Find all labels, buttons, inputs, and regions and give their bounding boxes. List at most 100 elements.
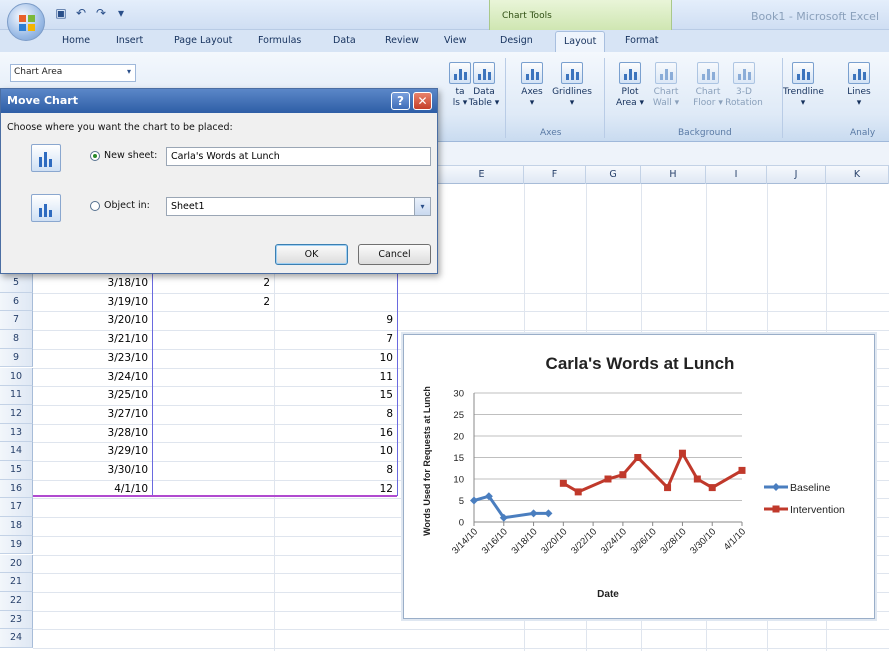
tab-layout[interactable]: Layout	[555, 31, 606, 52]
cancel-button[interactable]: Cancel	[358, 244, 431, 265]
y-tick-label: 5	[459, 496, 464, 507]
row-header[interactable]: 12	[0, 404, 33, 424]
lines-button[interactable]: Lines ▾	[839, 62, 879, 122]
row-header[interactable]: 21	[0, 573, 33, 592]
cell[interactable]: 3/30/10	[80, 464, 148, 476]
chart-icon	[473, 62, 495, 84]
object-in-select[interactable]: Sheet1 ▾	[166, 197, 431, 216]
cell[interactable]: 16	[325, 427, 393, 439]
column-header-i[interactable]: I	[706, 166, 767, 184]
undo-icon[interactable]: ↶	[74, 6, 88, 20]
cell[interactable]: 7	[325, 333, 393, 345]
row-header[interactable]: 20	[0, 554, 33, 574]
row-header[interactable]: 23	[0, 610, 33, 630]
row-header[interactable]: 8	[0, 330, 33, 349]
row-header[interactable]: 19	[0, 535, 33, 555]
tab-review[interactable]: Review	[385, 35, 419, 46]
row-header[interactable]: 5	[0, 274, 33, 293]
row-header[interactable]: 9	[0, 348, 33, 368]
tab-format[interactable]: Format	[625, 35, 658, 46]
x-tick-label: 3/24/10	[599, 526, 629, 556]
cell[interactable]: 9	[325, 314, 393, 326]
cell[interactable]: 3/24/10	[80, 371, 148, 383]
tab-data[interactable]: Data	[333, 35, 356, 46]
row-header[interactable]: 17	[0, 498, 33, 518]
row-header[interactable]: 6	[0, 292, 33, 312]
trendline-button[interactable]: Trendline ▾	[783, 62, 824, 122]
row-header[interactable]: 10	[0, 367, 33, 387]
row-header[interactable]: 16	[0, 479, 33, 499]
cell[interactable]: 11	[325, 371, 393, 383]
row-header[interactable]: 11	[0, 386, 33, 405]
row-header[interactable]: 18	[0, 517, 33, 536]
cell[interactable]: 10	[325, 445, 393, 457]
office-button[interactable]	[7, 3, 45, 41]
column-header-e[interactable]: E	[440, 166, 524, 184]
y-tick-label: 10	[453, 475, 464, 486]
cell[interactable]: 8	[325, 408, 393, 420]
row-header[interactable]: 13	[0, 423, 33, 443]
row-header[interactable]: 7	[0, 311, 33, 331]
cell[interactable]: 10	[325, 352, 393, 364]
tab-insert[interactable]: Insert	[116, 35, 143, 46]
ok-button[interactable]: OK	[275, 244, 348, 265]
cell[interactable]: 3/19/10	[80, 296, 148, 308]
cell[interactable]: 3/21/10	[80, 333, 148, 345]
new-sheet-radio[interactable]	[90, 151, 100, 161]
cell[interactable]: 3/23/10	[80, 352, 148, 364]
cell[interactable]: 8	[325, 464, 393, 476]
column-header-k[interactable]: K	[826, 166, 889, 184]
new-sheet-label: New sheet:	[104, 150, 158, 161]
row-header[interactable]: 14	[0, 442, 33, 461]
chart-wall-button[interactable]: Chart Wall ▾	[646, 62, 686, 122]
tab-design[interactable]: Design	[500, 35, 533, 46]
cell[interactable]: 12	[325, 483, 393, 495]
chart-floor-button[interactable]: Chart Floor ▾	[688, 62, 728, 122]
chevron-down-icon[interactable]: ▾	[414, 198, 430, 215]
chart-element-selector[interactable]: Chart Area ▾	[10, 64, 136, 82]
data-table-button[interactable]: Data Table ▾	[464, 62, 504, 122]
cell[interactable]: 2	[202, 296, 270, 308]
data-point	[693, 475, 701, 483]
gridlines-button[interactable]: Gridlines ▾	[552, 62, 592, 122]
plot-area-button[interactable]: Plot Area ▾	[610, 62, 650, 122]
tab-home[interactable]: Home	[62, 35, 90, 46]
row-header[interactable]: 24	[0, 629, 33, 648]
close-button[interactable]: ✕	[413, 92, 432, 110]
tab-view[interactable]: View	[444, 35, 467, 46]
column-header-j[interactable]: J	[767, 166, 826, 184]
data-point	[708, 484, 716, 492]
cell[interactable]: 15	[325, 389, 393, 401]
row-header[interactable]: 22	[0, 591, 33, 611]
help-button[interactable]: ?	[391, 92, 410, 110]
column-header-h[interactable]: H	[641, 166, 706, 184]
row-header[interactable]: 15	[0, 461, 33, 480]
customize-toolbar-icon[interactable]: ▾	[114, 6, 128, 20]
cell[interactable]: 3/29/10	[80, 445, 148, 457]
cell[interactable]: 3/25/10	[80, 389, 148, 401]
new-sheet-name-input[interactable]	[166, 147, 431, 166]
x-tick-label: 3/26/10	[629, 526, 659, 556]
tab-formulas[interactable]: Formulas	[258, 35, 301, 46]
object-in-radio[interactable]	[90, 201, 100, 211]
cell[interactable]: 3/27/10	[80, 408, 148, 420]
office-logo-icon	[19, 15, 35, 31]
cell[interactable]: 3/18/10	[80, 277, 148, 289]
series-line-baseline	[473, 494, 549, 520]
column-header-g[interactable]: G	[586, 166, 641, 184]
save-icon[interactable]: ▣	[54, 6, 68, 20]
move-chart-dialog: Move Chart ? ✕ Choose where you want the…	[0, 88, 438, 274]
column-header-f[interactable]: F	[524, 166, 586, 184]
legend-marker	[772, 483, 780, 491]
3-d-rotation-button[interactable]: 3-D Rotation	[724, 62, 764, 122]
cell[interactable]: 2	[202, 277, 270, 289]
axes-button[interactable]: Axes ▾	[512, 62, 552, 122]
cell[interactable]: 4/1/10	[80, 483, 148, 495]
tab-page-layout[interactable]: Page Layout	[174, 35, 232, 46]
cell[interactable]: 3/28/10	[80, 427, 148, 439]
redo-icon[interactable]: ↷	[94, 6, 108, 20]
cell[interactable]: 3/20/10	[80, 314, 148, 326]
chart-object[interactable]: Carla's Words at Lunch 0 5 10 15 20 25 30 3/14/1…	[403, 334, 875, 619]
chart-tools-context-group: Chart Tools	[489, 0, 672, 30]
selection-border	[33, 495, 397, 497]
